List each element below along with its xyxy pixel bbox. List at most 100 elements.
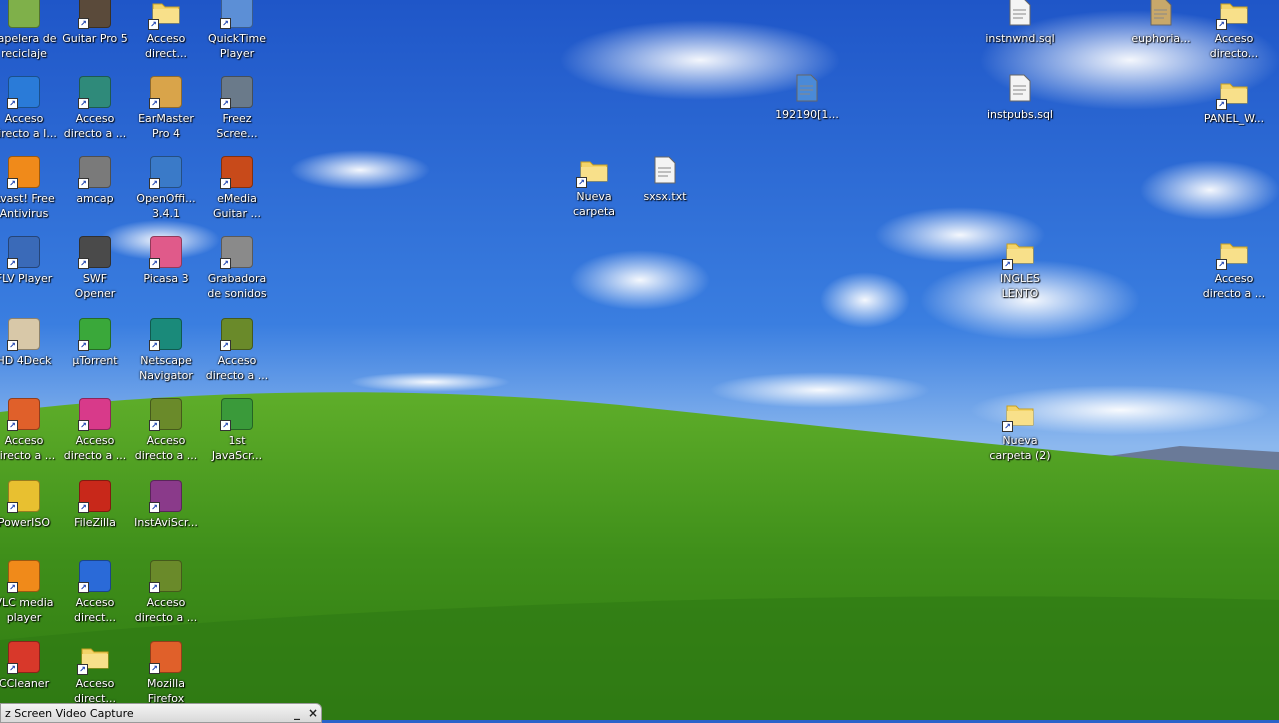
picasa-icon: ↗	[149, 236, 182, 269]
desktop-icon[interactable]: ↗ Acceso directo a ...	[56, 398, 134, 463]
shortcut-arrow-icon: ↗	[1216, 19, 1227, 30]
shortcut-arrow-icon: ↗	[220, 340, 231, 351]
desktop-icon[interactable]: ↗ amcap	[56, 156, 134, 206]
recycle-bin-icon	[8, 0, 40, 28]
shortcut-arrow-icon: ↗	[78, 98, 89, 109]
close-button[interactable]: ×	[305, 706, 321, 720]
desktop-icon[interactable]: ↗ Nueva carpeta (2)	[981, 398, 1059, 463]
desktop-icon-label: Freez Scree...	[216, 112, 258, 140]
file-icon	[791, 72, 823, 104]
desktop-icon[interactable]: ↗ INGLES LENTO	[981, 236, 1059, 301]
desktop-icon[interactable]: ↗ µTorrent	[56, 318, 134, 368]
desktop-icon[interactable]: ↗ QuickTime Player	[198, 0, 276, 61]
desktop-icon-label: sxsx.txt	[643, 190, 687, 203]
desktop-icon-label: Acceso directo a ...	[63, 434, 127, 462]
desktop-icon[interactable]: ↗ OpenOffi... 3.4.1	[127, 156, 205, 221]
desktop-icon-label: Acceso directo a ...	[134, 434, 198, 462]
desktop-icon[interactable]: ↗ Acceso directo a ...	[127, 560, 205, 625]
shortcut-arrow-icon: ↗	[7, 502, 18, 513]
desktop-icon-label: Acceso directo a ...	[63, 112, 127, 140]
desktop-icon[interactable]: ↗ FileZilla	[56, 480, 134, 530]
sound-recorder-icon: ↗	[220, 236, 253, 269]
desktop-icon[interactable]: Papelera de reciclaje	[0, 0, 63, 61]
text-file-icon	[649, 154, 681, 186]
desktop-icon[interactable]: instnwnd.sql	[981, 0, 1059, 46]
desktop-icon[interactable]: ↗ PANEL_W...	[1195, 76, 1273, 126]
desktop-icon[interactable]: ↗ Guitar Pro 5	[56, 0, 134, 46]
utorrent-icon: ↗	[78, 318, 111, 351]
shortcut-arrow-icon: ↗	[78, 502, 89, 513]
shortcut-arrow-icon: ↗	[149, 420, 160, 431]
desktop-icon[interactable]: ↗ Acceso directo...	[1195, 0, 1273, 61]
desktop-icon[interactable]: ↗ Acceso directo a ...	[0, 398, 63, 463]
window-title: z Screen Video Capture	[5, 706, 134, 720]
shortcut-arrow-icon: ↗	[1002, 259, 1013, 270]
shortcut-arrow-icon: ↗	[1216, 99, 1227, 110]
screen-video-capture-window-bar[interactable]: z Screen Video Capture _ ×	[0, 703, 322, 723]
desktop-icon[interactable]: ↗ EarMaster Pro 4	[127, 76, 205, 141]
desktop-icon[interactable]: ↗ Acceso directo a ...	[127, 398, 205, 463]
shortcut-arrow-icon: ↗	[78, 340, 89, 351]
swf-opener-icon: ↗	[78, 236, 111, 269]
desktop-icon-label: Acceso directo a ...	[0, 434, 56, 462]
folder-icon: ↗	[148, 0, 182, 30]
hamachi-icon: ↗	[78, 398, 111, 431]
ccleaner-icon: ↗	[7, 641, 40, 674]
desktop-icon[interactable]: ↗ SWF Opener	[56, 236, 134, 301]
desktop-icon-label: Nueva carpeta	[572, 190, 616, 218]
desktop-icon-label: PANEL_W...	[1203, 112, 1265, 125]
desktop-icon[interactable]: ↗ Freez Scree...	[198, 76, 276, 141]
desktop-icon-label: FLV Player	[0, 272, 53, 285]
minimize-button[interactable]: _	[289, 706, 305, 720]
shortcut-arrow-icon: ↗	[7, 340, 18, 351]
desktop-icon[interactable]: ↗ Netscape Navigator	[127, 318, 205, 383]
desktop-icon[interactable]: ↗ Acceso direct...	[56, 560, 134, 625]
firefox-icon: ↗	[7, 398, 40, 431]
shortcut-arrow-icon: ↗	[149, 258, 160, 269]
desktop-icon-label: euphoria...	[1131, 32, 1191, 45]
avast-icon: ↗	[7, 156, 40, 189]
desktop-icon-label: Acceso directo a ...	[205, 354, 269, 382]
shortcut-arrow-icon: ↗	[78, 420, 89, 431]
desktop-icon[interactable]: euphoria...	[1122, 0, 1200, 46]
desktop-icon[interactable]: ↗ Acceso direct...	[56, 641, 134, 706]
openoffice-icon: ↗	[149, 156, 182, 189]
desktop-icon-label: Picasa 3	[143, 272, 189, 285]
desktop-icon[interactable]: ↗ Mozilla Firefox	[127, 641, 205, 706]
desktop-icon-label: Acceso directo...	[1209, 32, 1259, 60]
desktop-icon[interactable]: sxsx.txt	[626, 154, 704, 204]
desktop-icon[interactable]: ↗ eMedia Guitar ...	[198, 156, 276, 221]
desktop-icon[interactable]: ↗ Acceso directo a I...	[0, 76, 63, 141]
desktop-icon[interactable]: ↗ InstAviScr...	[127, 480, 205, 530]
shortcut-arrow-icon: ↗	[148, 19, 159, 30]
dreamweaver-icon: ↗	[220, 318, 253, 351]
desktop-icon[interactable]: ↗ FLV Player	[0, 236, 63, 286]
desktop-icon[interactable]: ↗ Acceso directo a ...	[198, 318, 276, 383]
netscape-icon: ↗	[149, 318, 182, 351]
desktop-icon[interactable]: ↗ VLC media player	[0, 560, 63, 625]
desktop-icon[interactable]: ↗ Nueva carpeta	[555, 154, 633, 219]
desktop-icon[interactable]: ↗ Picasa 3	[127, 236, 205, 286]
desktop-icon-label: Acceso direct...	[74, 596, 116, 624]
desktop-icon[interactable]: ↗ HD 4Deck	[0, 318, 63, 368]
desktop-icon[interactable]: ↗ Acceso direct...	[127, 0, 205, 61]
shortcut-arrow-icon: ↗	[149, 582, 160, 593]
desktop-icon[interactable]: ↗ PowerISO	[0, 480, 63, 530]
shortcut-arrow-icon: ↗	[1216, 259, 1227, 270]
shortcut-arrow-icon: ↗	[1002, 421, 1013, 432]
folder-icon: ↗	[77, 641, 111, 675]
desktop-icon[interactable]: ↗ Avast! Free Antivirus	[0, 156, 63, 221]
desktop-icon[interactable]: ↗ 1st JavaScr...	[198, 398, 276, 463]
desktop-icon[interactable]: ↗ CCleaner	[0, 641, 63, 691]
shortcut-arrow-icon: ↗	[576, 177, 587, 188]
desktop-icon-label: instpubs.sql	[986, 108, 1053, 121]
desktop-icon[interactable]: ↗ Acceso directo a ...	[56, 76, 134, 141]
shortcut-arrow-icon: ↗	[7, 98, 18, 109]
shortcut-arrow-icon: ↗	[149, 340, 160, 351]
desktop-icon-label: Nueva carpeta (2)	[989, 434, 1051, 462]
dreamweaver-icon: ↗	[149, 560, 182, 593]
desktop-icon[interactable]: 192190[1...	[768, 72, 846, 122]
desktop-icon[interactable]: ↗ Grabadora de sonidos	[198, 236, 276, 301]
desktop-icon[interactable]: ↗ Acceso directo a ...	[1195, 236, 1273, 301]
desktop-icon[interactable]: instpubs.sql	[981, 72, 1059, 122]
